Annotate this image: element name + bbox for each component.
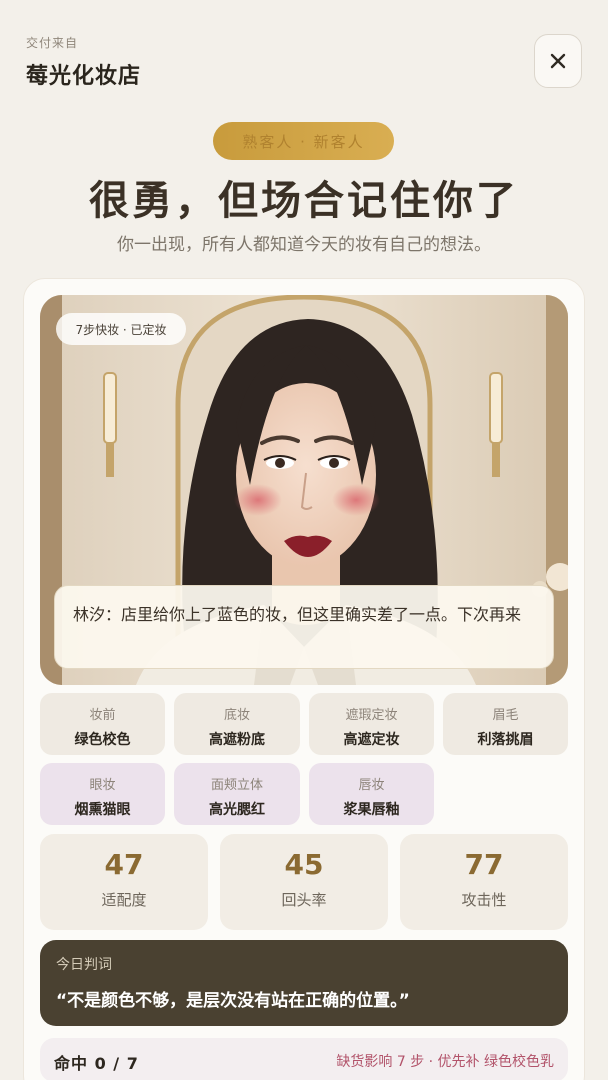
stat-value: 47	[104, 848, 144, 881]
verdict-panel: 今日判词 “不是颜色不够，是层次没有站在正确的位置。”	[40, 940, 568, 1026]
stat-label: 适配度	[101, 891, 147, 909]
customer-badge: 熟客人 · 新客人	[213, 122, 394, 160]
delivered-from-label: 交付来自	[26, 36, 79, 50]
stock-impact-note: 缺货影响 7 步 · 优先补 绿色校色乳	[336, 1054, 554, 1070]
step-label: 妆前	[89, 708, 116, 723]
close-icon	[550, 53, 566, 69]
step-chip: 遮瑕定妆 高遮定妆	[309, 693, 434, 755]
step-chip: 底妆 高遮粉底	[174, 693, 300, 755]
step-value: 浆果唇釉	[343, 802, 400, 818]
step-label: 唇妆	[358, 778, 385, 793]
step-value: 高遮粉底	[209, 732, 265, 748]
hit-count: 命中 0 / 7	[54, 1054, 139, 1073]
step-chip: 眉毛 利落挑眉	[443, 693, 568, 755]
result-headline: 很勇，但场合记住你了	[89, 178, 519, 224]
step-chip: 眼妆 烟熏猫眼	[40, 763, 165, 825]
step-chip: 面颊立体 高光腮红	[174, 763, 300, 825]
step-chip: 唇妆 浆果唇釉	[309, 763, 434, 825]
step-label: 底妆	[223, 708, 250, 723]
stat-value: 45	[284, 848, 324, 881]
photo-step-tag: 7步快妆 · 已定妆	[56, 313, 186, 345]
stat-card: 47 适配度	[40, 834, 208, 930]
step-label: 遮瑕定妆	[345, 708, 398, 723]
step-label: 眉毛	[492, 708, 519, 723]
hit-summary-bar: 命中 0 / 7 缺货影响 7 步 · 优先补 绿色校色乳	[40, 1038, 568, 1080]
step-value: 利落挑眉	[477, 732, 534, 748]
stat-value: 77	[464, 848, 504, 881]
stat-card: 45 回头率	[220, 834, 388, 930]
stat-card: 77 攻击性	[400, 834, 568, 930]
step-value: 高光腮红	[209, 802, 265, 818]
stat-label: 回头率	[281, 891, 327, 909]
step-value: 绿色校色	[74, 732, 131, 748]
close-button[interactable]	[534, 34, 582, 88]
step-chip: 妆前 绿色校色	[40, 693, 165, 755]
stat-label: 攻击性	[461, 891, 507, 909]
step-value: 高遮定妆	[343, 732, 400, 748]
step-label: 面颊立体	[210, 778, 263, 793]
step-label: 眼妆	[89, 778, 116, 793]
verdict-quote: “不是颜色不够，是层次没有站在正确的位置。”	[56, 991, 410, 1011]
step-value: 烟熏猫眼	[74, 802, 131, 818]
verdict-title: 今日判词	[56, 957, 112, 973]
store-name: 莓光化妆店	[26, 64, 142, 89]
result-subline: 你一出现，所有人都知道今天的妆有自己的想法。	[117, 235, 491, 255]
stylist-caption: 林汐：店里给你上了蓝色的妆，但这里确实差了一点。下次再来	[54, 585, 554, 669]
